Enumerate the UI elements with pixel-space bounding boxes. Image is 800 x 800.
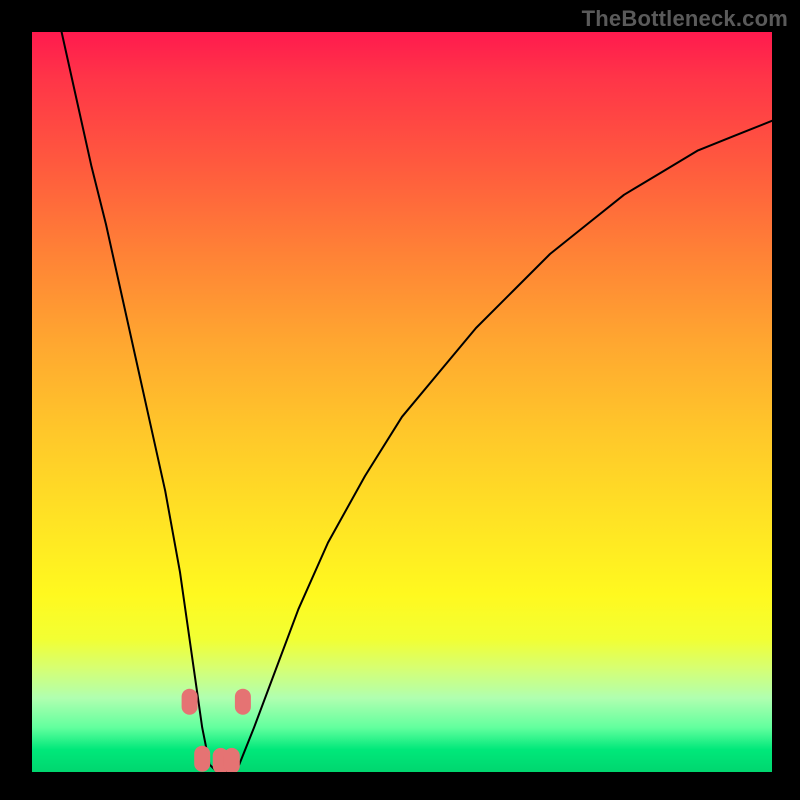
curve-layer [32,32,772,772]
curve-marker [182,689,198,715]
bottleneck-curve [62,32,772,772]
curve-path [62,32,772,772]
curve-marker [194,746,210,772]
curve-marker [224,748,240,772]
curve-marker [235,689,251,715]
plot-area [32,32,772,772]
chart-frame: TheBottleneck.com [0,0,800,800]
watermark-text: TheBottleneck.com [582,6,788,32]
